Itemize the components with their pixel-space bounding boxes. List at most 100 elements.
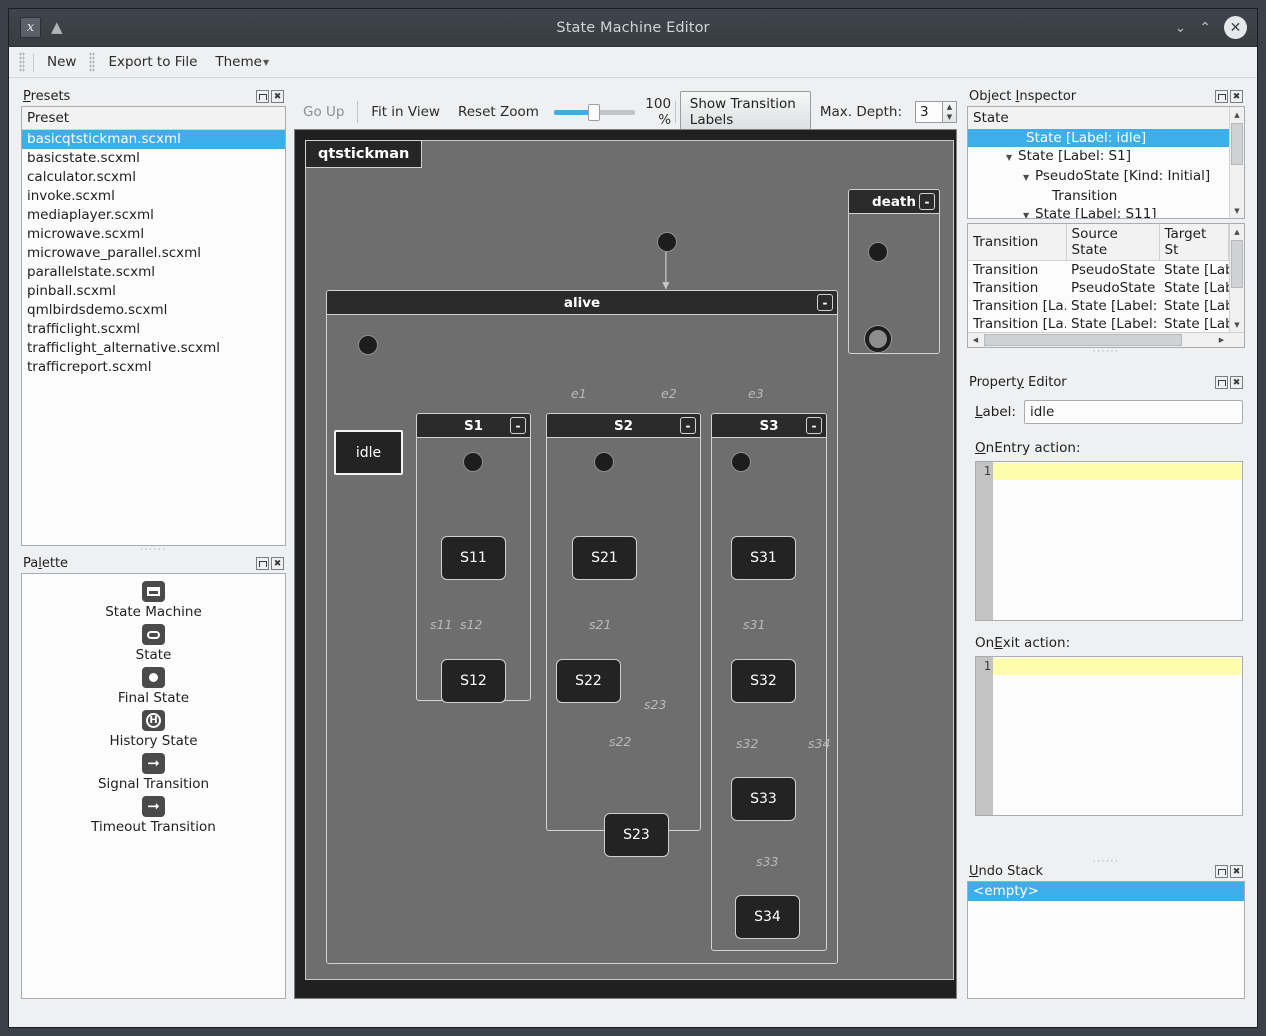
state-machine-title[interactable]: qtstickman: [305, 140, 423, 168]
undo-stack-float-icon[interactable]: [1215, 865, 1228, 878]
scroll-left-icon[interactable]: ◀: [968, 333, 983, 347]
table-row[interactable]: Transition [La... State [Label: ... Stat…: [968, 297, 1229, 315]
final-state-death[interactable]: [865, 326, 891, 352]
object-inspector-tree-scrollbar[interactable]: ▲ ▼: [1229, 107, 1244, 218]
region-alive-header[interactable]: alive -: [327, 291, 837, 315]
col-source-state[interactable]: Source State: [1066, 224, 1160, 261]
scroll-up-icon[interactable]: ▲: [1230, 224, 1244, 239]
zoom-slider-handle[interactable]: [587, 104, 600, 121]
transitions-table-hscrollbar[interactable]: ◀ ▶: [968, 332, 1244, 347]
state-node-s12[interactable]: S12: [441, 659, 506, 703]
toolbar-grip-2[interactable]: [89, 52, 96, 72]
max-depth-spinner[interactable]: ▲ ▼: [915, 101, 957, 123]
scroll-down-icon[interactable]: ▼: [1230, 317, 1244, 332]
list-item[interactable]: mediaplayer.scxml: [22, 206, 285, 225]
fit-in-view-button[interactable]: Fit in View: [362, 102, 449, 122]
right-splitter-1[interactable]: ······: [967, 348, 1245, 357]
list-item[interactable]: calculator.scxml: [22, 168, 285, 187]
scrollbar-thumb[interactable]: [984, 334, 1182, 346]
titlebar-collapse-icon[interactable]: ▲: [51, 20, 63, 35]
state-node-s31[interactable]: S31: [731, 536, 796, 580]
menu-item-export-to-file[interactable]: Export to File: [99, 51, 206, 73]
state-node-s23[interactable]: S23: [604, 813, 669, 857]
list-item[interactable]: trafficlight.scxml: [22, 320, 285, 339]
col-target-state[interactable]: Target St: [1159, 224, 1229, 261]
presets-listbox[interactable]: Preset basicqtstickman.scxml basicstate.…: [21, 106, 286, 546]
show-transition-labels-button[interactable]: Show Transition Labels: [679, 91, 811, 133]
menu-item-new[interactable]: New: [38, 51, 85, 73]
list-item[interactable]: <empty>: [968, 882, 1244, 901]
initial-pseudostate-alive[interactable]: [358, 335, 378, 355]
state-node-s22[interactable]: S22: [556, 659, 621, 703]
list-item[interactable]: qmlbirdsdemo.scxml: [22, 301, 285, 320]
region-s2-collapse-button[interactable]: -: [680, 417, 696, 434]
tree-row[interactable]: Transition: [968, 187, 1229, 205]
max-depth-spin-buttons[interactable]: ▲ ▼: [942, 101, 957, 123]
scrollbar-thumb[interactable]: [1231, 123, 1243, 165]
object-inspector-close-icon[interactable]: ✖: [1230, 90, 1243, 103]
tree-row[interactable]: ▼ State [Label: S11]: [968, 205, 1229, 218]
list-item[interactable]: microwave.scxml: [22, 225, 285, 244]
palette-item-history-state[interactable]: H History State: [22, 710, 285, 750]
presets-close-icon[interactable]: ✖: [271, 90, 284, 103]
state-node-s33[interactable]: S33: [731, 777, 796, 821]
presets-float-icon[interactable]: [256, 90, 269, 103]
region-s2[interactable]: S2 -: [546, 413, 701, 831]
state-machine-scene[interactable]: qtstickman alive - death - S1 - S2 - S3 …: [305, 140, 954, 980]
left-splitter[interactable]: ······: [21, 546, 286, 555]
state-node-s34[interactable]: S34: [735, 895, 800, 939]
initial-pseudostate-s2[interactable]: [594, 452, 614, 472]
spin-up-icon[interactable]: ▲: [947, 103, 952, 111]
initial-pseudostate-s1[interactable]: [463, 452, 483, 472]
state-node-idle[interactable]: idle: [334, 430, 403, 475]
onentry-action-editor[interactable]: 1: [975, 461, 1243, 621]
palette-item-timeout-transition[interactable]: ➞ Timeout Transition: [22, 796, 285, 836]
table-row[interactable]: Transition PseudoState ... State [Lab: [968, 279, 1229, 297]
col-transition[interactable]: Transition: [968, 224, 1067, 261]
palette-item-signal-transition[interactable]: ➞ Signal Transition: [22, 753, 285, 793]
list-item[interactable]: pinball.scxml: [22, 282, 285, 301]
max-depth-input[interactable]: [915, 101, 942, 123]
transitions-table-vscrollbar[interactable]: ▲ ▼: [1229, 224, 1244, 332]
reset-zoom-button[interactable]: Reset Zoom: [449, 102, 548, 122]
tree-row[interactable]: ▼ PseudoState [Kind: Initial]: [968, 167, 1229, 187]
tree-row[interactable]: ▼ State [Label: S1]: [968, 147, 1229, 167]
undo-stack-listbox[interactable]: <empty>: [967, 881, 1245, 999]
region-s1-collapse-button[interactable]: -: [510, 417, 526, 434]
region-alive-collapse-button[interactable]: -: [817, 294, 833, 311]
chevron-down-icon[interactable]: ▼: [1023, 169, 1035, 187]
palette-close-icon[interactable]: ✖: [271, 557, 284, 570]
list-item[interactable]: trafficlight_alternative.scxml: [22, 339, 285, 358]
zoom-slider[interactable]: [553, 102, 635, 122]
undo-stack-close-icon[interactable]: ✖: [1230, 865, 1243, 878]
property-editor-close-icon[interactable]: ✖: [1230, 376, 1243, 389]
list-item[interactable]: basicstate.scxml: [22, 149, 285, 168]
scrollbar-thumb[interactable]: [1231, 240, 1243, 288]
scroll-down-icon[interactable]: ▼: [1230, 203, 1244, 218]
region-s1-header[interactable]: S1 -: [417, 414, 530, 438]
region-s2-header[interactable]: S2 -: [547, 414, 700, 438]
minimize-button[interactable]: ⌄: [1175, 21, 1187, 35]
tree-row[interactable]: State [Label: idle]: [968, 129, 1229, 147]
property-editor-float-icon[interactable]: [1215, 376, 1228, 389]
go-up-button[interactable]: Go Up: [294, 102, 353, 122]
list-item[interactable]: trafficreport.scxml: [22, 358, 285, 377]
table-row[interactable]: Transition [La... State [Label: ... Stat…: [968, 315, 1229, 332]
list-item[interactable]: invoke.scxml: [22, 187, 285, 206]
scroll-right-icon[interactable]: ▶: [1214, 333, 1229, 347]
list-item[interactable]: basicqtstickman.scxml: [22, 130, 285, 149]
label-input[interactable]: [1023, 400, 1243, 424]
toolbar-grip-1[interactable]: [19, 52, 25, 72]
spin-down-icon[interactable]: ▼: [947, 113, 952, 121]
object-inspector-tree[interactable]: State State [Label: idle] ▼ State [Label:…: [967, 106, 1245, 219]
region-s3-header[interactable]: S3 -: [712, 414, 826, 438]
region-s3-collapse-button[interactable]: -: [806, 417, 822, 434]
chevron-down-icon[interactable]: ▼: [1023, 207, 1035, 218]
diagram-canvas[interactable]: qtstickman alive - death - S1 - S2 - S3 …: [294, 129, 957, 999]
palette-item-state-machine[interactable]: State Machine: [22, 581, 285, 621]
state-node-s21[interactable]: S21: [572, 536, 637, 580]
palette-item-final-state[interactable]: Final State: [22, 667, 285, 707]
table-row[interactable]: Transition PseudoState ... State [Lab: [968, 261, 1229, 280]
onexit-action-editor[interactable]: 1: [975, 656, 1243, 816]
maximize-button[interactable]: ⌃: [1199, 21, 1211, 35]
